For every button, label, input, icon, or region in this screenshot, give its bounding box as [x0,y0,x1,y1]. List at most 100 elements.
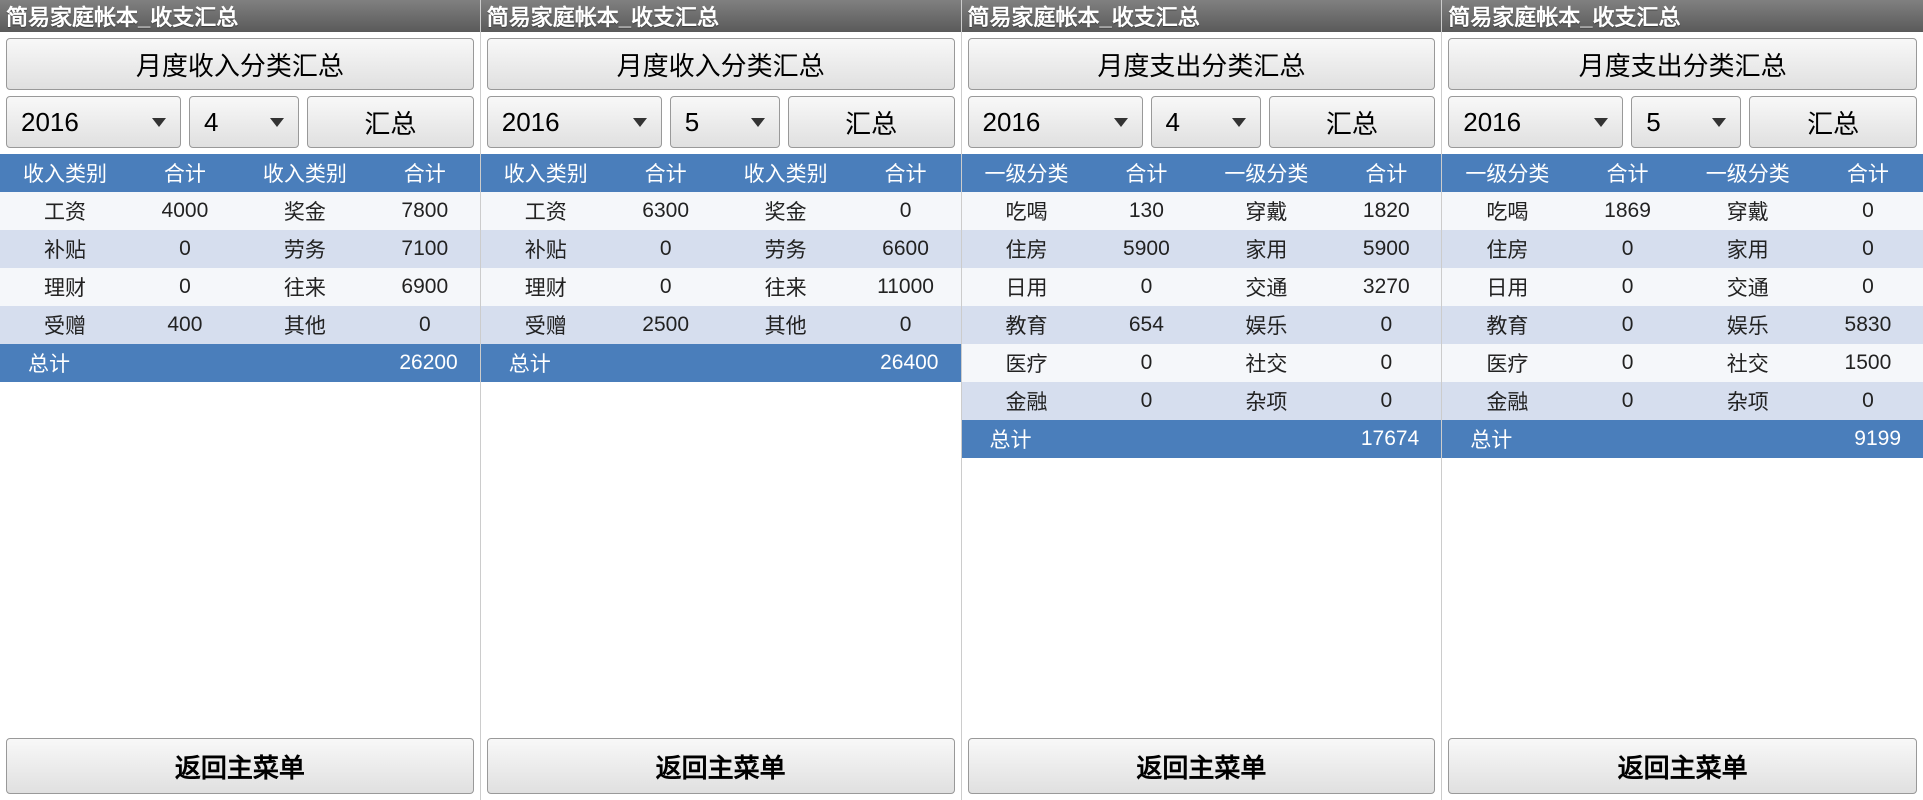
month-dropdown[interactable]: 4 [189,96,299,148]
table-header-cell: 合计 [360,158,480,188]
table-header-cell: 合计 [1321,158,1441,188]
table-header-cell: 收入类别 [481,158,601,188]
table-area: 一级分类合计一级分类合计吃喝130穿戴1820住房5900家用5900日用0交通… [962,154,1442,732]
table-cell: 0 [1081,389,1201,413]
table-cell: 6900 [360,275,480,299]
year-dropdown[interactable]: 2016 [1448,96,1623,148]
table-cell: 5900 [1081,237,1201,261]
table-cell: 社交 [1201,348,1321,378]
chevron-down-icon [1114,118,1128,127]
summarize-button[interactable]: 汇总 [788,96,955,148]
month-dropdown[interactable]: 4 [1151,96,1261,148]
table-cell: 6300 [601,199,721,223]
category-summary-button[interactable]: 月度支出分类汇总 [1448,38,1917,90]
table-row: 教育0娱乐5830 [1442,306,1923,344]
table-header-cell: 合计 [1081,158,1201,188]
table-cell: 5830 [1803,313,1923,337]
table-cell: 交通 [1201,272,1321,302]
table-row: 补贴0劳务7100 [0,230,480,268]
table-row: 住房5900家用5900 [962,230,1442,268]
table-cell: 往来 [721,272,841,302]
table-row: 工资6300奖金0 [481,192,961,230]
back-button[interactable]: 返回主菜单 [487,738,955,794]
total-value: 26400 [616,351,960,375]
table-cell: 0 [1562,237,1682,261]
year-dropdown[interactable]: 2016 [6,96,181,148]
table-cell: 0 [1803,389,1923,413]
table-header-cell: 合计 [120,158,240,188]
table-cell: 奖金 [240,196,360,226]
table-row: 金融0杂项0 [1442,382,1923,420]
table-cell: 教育 [962,310,1082,340]
table-row: 金融0杂项0 [962,382,1442,420]
table-cell: 劳务 [721,234,841,264]
table-cell: 劳务 [240,234,360,264]
table-cell: 住房 [1442,234,1562,264]
table-cell: 补贴 [481,234,601,264]
table-cell: 0 [1562,389,1682,413]
table-cell: 0 [1321,389,1441,413]
table-cell: 杂项 [1683,386,1803,416]
table-cell: 日用 [962,272,1082,302]
table-header-cell: 收入类别 [240,158,360,188]
category-summary-button[interactable]: 月度支出分类汇总 [968,38,1436,90]
table-cell: 0 [1321,313,1441,337]
window-title: 简易家庭帐本_收支汇总 [0,0,480,32]
table-cell: 受赠 [0,310,120,340]
table-cell: 0 [841,199,961,223]
chevron-down-icon [1232,118,1246,127]
table-cell: 0 [1562,275,1682,299]
month-dropdown[interactable]: 5 [1631,96,1741,148]
table-row: 医疗0社交1500 [1442,344,1923,382]
table-cell: 0 [1321,351,1441,375]
table-cell: 其他 [240,310,360,340]
window-title: 简易家庭帐本_收支汇总 [481,0,961,32]
summarize-button[interactable]: 汇总 [1269,96,1436,148]
back-button[interactable]: 返回主菜单 [6,738,474,794]
table-cell: 日用 [1442,272,1562,302]
chevron-down-icon [152,118,166,127]
year-value: 2016 [1463,107,1521,138]
table-cell: 654 [1081,313,1201,337]
summary-table: 收入类别合计收入类别合计工资4000奖金7800补贴0劳务7100理财0往来69… [0,154,480,382]
table-cell: 130 [1081,199,1201,223]
table-cell: 往来 [240,272,360,302]
table-cell: 家用 [1683,234,1803,264]
table-cell: 0 [120,275,240,299]
summary-panel: 简易家庭帐本_收支汇总月度收入分类汇总 20164汇总收入类别合计收入类别合计工资… [0,0,481,800]
summary-panel: 简易家庭帐本_收支汇总月度收入分类汇总20165汇总收入类别合计收入类别合计工资… [481,0,962,800]
table-header-cell: 收入类别 [721,158,841,188]
table-area: 收入类别合计收入类别合计工资4000奖金7800补贴0劳务7100理财0往来69… [0,154,480,732]
table-cell: 穿戴 [1201,196,1321,226]
summarize-button[interactable]: 汇总 [307,96,474,148]
back-button[interactable]: 返回主菜单 [968,738,1436,794]
table-area: 一级分类合计一级分类合计吃喝1869穿戴0住房0家用0日用0交通0教育0娱乐58… [1442,154,1923,732]
table-header-row: 收入类别合计收入类别合计 [0,154,480,192]
table-cell: 0 [601,237,721,261]
year-dropdown[interactable]: 2016 [968,96,1143,148]
category-summary-button[interactable]: 月度收入分类汇总 [6,38,474,90]
category-summary-button[interactable]: 月度收入分类汇总 [487,38,955,90]
year-dropdown[interactable]: 2016 [487,96,662,148]
table-row: 日用0交通3270 [962,268,1442,306]
table-cell: 0 [360,313,480,337]
table-cell: 工资 [0,196,120,226]
table-cell: 11000 [841,275,961,299]
total-value: 17674 [1097,427,1441,451]
table-cell: 0 [1803,275,1923,299]
table-row: 受赠2500其他0 [481,306,961,344]
table-cell: 奖金 [721,196,841,226]
table-row: 吃喝130穿戴1820 [962,192,1442,230]
total-label: 总计 [0,348,135,378]
summarize-button[interactable]: 汇总 [1749,96,1917,148]
table-cell: 1820 [1321,199,1441,223]
month-value: 5 [1646,107,1660,138]
table-cell: 0 [601,275,721,299]
table-cell: 其他 [721,310,841,340]
summary-table: 收入类别合计收入类别合计工资6300奖金0补贴0劳务6600理财0往来11000… [481,154,961,382]
back-button[interactable]: 返回主菜单 [1448,738,1917,794]
month-value: 5 [685,107,699,138]
month-dropdown[interactable]: 5 [670,96,780,148]
table-cell: 受赠 [481,310,601,340]
summary-table: 一级分类合计一级分类合计吃喝1869穿戴0住房0家用0日用0交通0教育0娱乐58… [1442,154,1923,458]
